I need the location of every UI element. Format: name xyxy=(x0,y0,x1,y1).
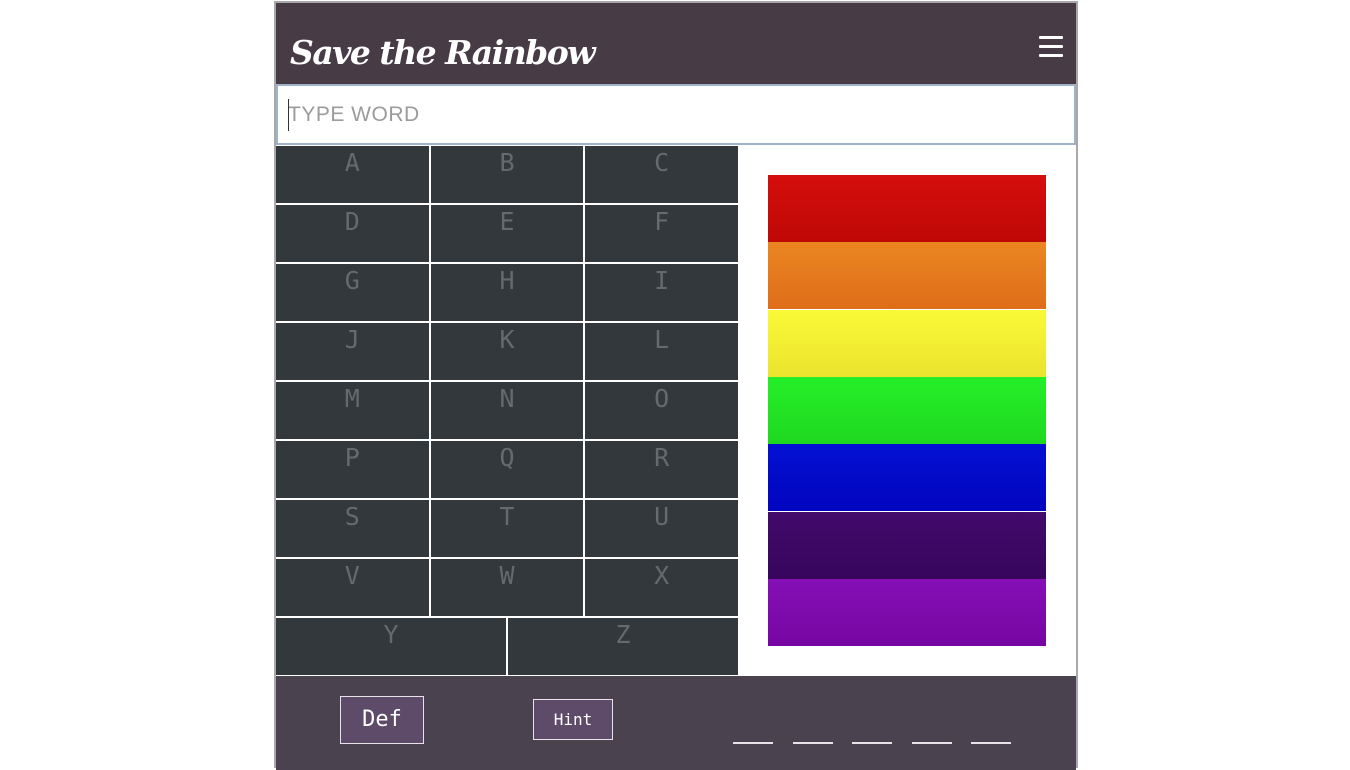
rainbow xyxy=(768,175,1046,646)
game-container: Save the Rainbow ABC DEF GHI JKL MNO PQR STU VW… xyxy=(274,1,1078,770)
key-b[interactable]: B xyxy=(430,146,584,203)
letter-blank xyxy=(971,742,1011,744)
letter-blank xyxy=(911,742,952,744)
letter-blank xyxy=(792,742,833,744)
rainbow-band-blue xyxy=(768,444,1046,512)
definition-button[interactable]: Def xyxy=(340,696,424,744)
rainbow-band-violet xyxy=(768,578,1046,646)
hint-button[interactable]: Hint xyxy=(533,699,613,740)
rainbow-band-green xyxy=(768,376,1046,444)
key-v[interactable]: V xyxy=(276,559,429,616)
key-j[interactable]: J xyxy=(276,323,429,380)
key-i[interactable]: I xyxy=(585,264,738,321)
key-q[interactable]: Q xyxy=(430,441,584,498)
key-s[interactable]: S xyxy=(276,500,429,557)
key-c[interactable]: C xyxy=(585,146,738,203)
rainbow-band-indigo xyxy=(768,511,1046,579)
key-h[interactable]: H xyxy=(430,264,584,321)
rainbow-band-red xyxy=(768,175,1046,242)
key-g[interactable]: G xyxy=(276,264,429,321)
rainbow-band-yellow xyxy=(768,309,1046,377)
key-y[interactable]: Y xyxy=(276,618,506,675)
letter-blank xyxy=(852,742,892,744)
key-d[interactable]: D xyxy=(276,205,429,262)
letter-keyboard: ABC DEF GHI JKL MNO PQR STU VWX YZ xyxy=(276,145,738,676)
key-f[interactable]: F xyxy=(585,205,738,262)
footer-bar: Def Hint xyxy=(276,676,1076,770)
key-k[interactable]: K xyxy=(430,323,584,380)
text-caret xyxy=(288,99,289,131)
key-z[interactable]: Z xyxy=(508,618,738,675)
rainbow-band-orange xyxy=(768,242,1046,310)
key-p[interactable]: P xyxy=(276,441,429,498)
hamburger-menu-icon[interactable] xyxy=(1038,33,1064,59)
key-o[interactable]: O xyxy=(585,382,738,439)
key-m[interactable]: M xyxy=(276,382,429,439)
key-w[interactable]: W xyxy=(430,559,584,616)
letter-blank xyxy=(733,742,773,744)
key-t[interactable]: T xyxy=(430,500,584,557)
key-u[interactable]: U xyxy=(585,500,738,557)
key-e[interactable]: E xyxy=(430,205,584,262)
key-l[interactable]: L xyxy=(585,323,738,380)
key-n[interactable]: N xyxy=(430,382,584,439)
key-x[interactable]: X xyxy=(585,559,738,616)
header-bar: Save the Rainbow xyxy=(276,3,1076,84)
key-r[interactable]: R xyxy=(585,441,738,498)
key-a[interactable]: A xyxy=(276,146,429,203)
game-title: Save the Rainbow xyxy=(290,33,596,72)
word-input[interactable] xyxy=(276,84,1076,145)
